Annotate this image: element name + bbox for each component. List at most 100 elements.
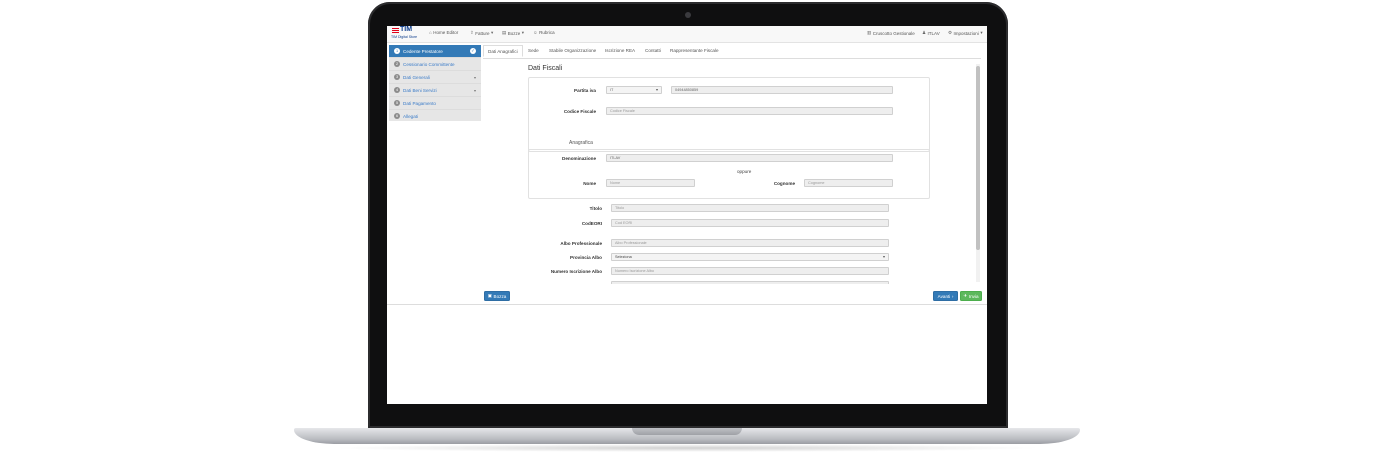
- upload-icon: ⇪: [470, 30, 474, 35]
- nav-user-label: ITLAV: [927, 30, 940, 36]
- invia-button-label: Invia: [968, 293, 979, 299]
- titolo-input[interactable]: Titolo: [611, 204, 889, 212]
- sidebar-step-cessionario[interactable]: 2 Cessionario Committente: [389, 58, 481, 71]
- country-select[interactable]: IT ▾: [606, 86, 662, 94]
- oppure-text: oppure: [737, 169, 752, 174]
- avanti-button[interactable]: Avanti ›: [933, 291, 958, 301]
- check-circle-icon: ✓: [470, 48, 476, 54]
- country-select-value: IT: [610, 88, 614, 92]
- footer-divider: [387, 304, 987, 305]
- top-navbar: TIM TIM Digital Store ⌂ Home Editor ⇪ Fa…: [387, 26, 987, 43]
- step-label: Dati Beni Servizi: [403, 87, 437, 93]
- partita-iva-input[interactable]: 04944850859: [671, 86, 893, 94]
- save-icon: ▣: [487, 293, 493, 298]
- nav-user[interactable]: ♟ ITLAV: [922, 30, 940, 36]
- step-number: 2: [394, 61, 400, 67]
- bozza-button[interactable]: ▣ Bozza: [484, 291, 510, 301]
- form-panel: Dati Fiscali Partita iva IT ▾ 0494485085…: [483, 59, 981, 284]
- step-label: Dati Pagamento: [403, 100, 436, 106]
- chevron-down-icon: ▾: [473, 87, 476, 93]
- sidebar-step-cedente[interactable]: 1 Cedente Prestatore ✓: [389, 45, 481, 58]
- caret-down-icon: ▾: [491, 30, 494, 35]
- step-label: Allegati: [403, 113, 419, 119]
- nome-input[interactable]: Nome: [606, 179, 695, 187]
- denominazione-label: Denominazione: [562, 156, 596, 161]
- step-label: Dati Generali: [403, 74, 430, 80]
- caret-down-icon: ▾: [655, 87, 658, 92]
- caret-down-icon: ▾: [521, 30, 525, 35]
- nav-bozze[interactable]: ▤ Bozze ▾: [502, 30, 524, 36]
- codice-fiscale-label: Codice Fiscale: [563, 109, 596, 114]
- step-number: 5: [394, 100, 400, 106]
- albo-input[interactable]: Albo Professionale: [611, 239, 889, 247]
- caret-down-icon: ▾: [980, 30, 983, 35]
- nav-home-editor-label: Home Editor: [433, 30, 459, 35]
- step-number: 4: [394, 87, 400, 93]
- step-number: 1: [394, 48, 400, 54]
- cognome-label: Cognome: [773, 181, 795, 186]
- provincia-label: Provincia Albo: [570, 255, 602, 260]
- tab-rappresentante-fiscale[interactable]: Rappresentante Fiscale: [670, 48, 719, 53]
- laptop-notch: [632, 428, 742, 435]
- cognome-input[interactable]: Cognome: [804, 179, 893, 187]
- nav-cruscotto[interactable]: ▥ Cruscotto Gestionale: [867, 30, 915, 36]
- nav-rubrica[interactable]: ☺ Rubrica: [533, 30, 555, 35]
- next-field-partial[interactable]: [611, 281, 889, 284]
- tab-sede[interactable]: Sede: [528, 48, 539, 53]
- wizard-sidebar: 1 Cedente Prestatore ✓ 2 Cessionario Com…: [389, 45, 481, 121]
- nav-bozze-label: Bozze: [507, 30, 521, 36]
- tab-stabile-organizzazione[interactable]: Stabile Organizzazione: [549, 48, 596, 53]
- send-icon: ✈: [963, 293, 968, 298]
- step-number: 3: [394, 74, 400, 80]
- camera-icon: [685, 12, 691, 18]
- app-screen: TIM TIM Digital Store ⌂ Home Editor ⇪ Fa…: [387, 26, 987, 404]
- section-title-dati-fiscali: Dati Fiscali: [528, 65, 563, 72]
- sidebar-step-dati-pagamento[interactable]: 5 Dati Pagamento: [389, 97, 481, 110]
- dashboard-icon: ▥: [867, 30, 872, 35]
- provincia-select[interactable]: Seleziona ▾: [611, 253, 889, 261]
- tab-contatti[interactable]: Contatti: [645, 48, 661, 53]
- titolo-label: Titolo: [589, 206, 602, 211]
- sidebar-step-dati-beni-servizi[interactable]: 4 Dati Beni Servizi ▾: [389, 84, 481, 97]
- codeori-input[interactable]: Cod EORI: [611, 219, 889, 227]
- tim-logo-icon: [392, 28, 399, 34]
- numero-iscrizione-label: Numero Iscrizione Albo: [550, 269, 602, 274]
- chevron-right-icon: ›: [951, 293, 954, 299]
- codice-fiscale-input[interactable]: Codice Fiscale: [606, 107, 893, 115]
- nav-cruscotto-label: Cruscotto Gestionale: [872, 30, 915, 36]
- sidebar-step-dati-generali[interactable]: 3 Dati Generali ▾: [389, 71, 481, 84]
- caret-down-icon: ▾: [882, 254, 885, 259]
- home-icon: ⌂: [429, 30, 432, 35]
- panel-scrollbar-thumb[interactable]: [976, 66, 980, 250]
- nav-rubrica-label: Rubrica: [539, 30, 555, 35]
- nav-fatture-label: Fatture: [475, 30, 490, 36]
- logo-subtitle: TIM Digital Store: [391, 35, 418, 39]
- user-icon: ♟: [922, 30, 927, 35]
- tab-bar: Dati Anagrafici Sede Stabile Organizzazi…: [483, 45, 981, 59]
- laptop-shadow: [330, 444, 1044, 452]
- denominazione-input[interactable]: ITLAV: [606, 154, 893, 162]
- numero-iscrizione-input[interactable]: Numero Iscrizione Albo: [611, 267, 889, 275]
- step-number: 6: [394, 113, 400, 119]
- codeori-label: CodEORI: [581, 221, 602, 226]
- nav-fatture[interactable]: ⇪ Fatture ▾: [470, 30, 493, 36]
- logo-text: TIM: [400, 26, 413, 33]
- bozza-button-label: Bozza: [493, 293, 507, 299]
- anagrafica-title: Anagrafica: [569, 140, 593, 146]
- drafts-icon: ▤: [502, 30, 507, 35]
- gear-icon: ⚙: [948, 30, 953, 35]
- partita-iva-label: Partita iva: [574, 88, 596, 93]
- nav-impostazioni-label: Impostazioni: [953, 30, 979, 36]
- nav-impostazioni[interactable]: ⚙ Impostazioni ▾: [948, 30, 983, 36]
- nav-home-editor[interactable]: ⌂ Home Editor: [429, 30, 458, 35]
- chevron-down-icon: ▾: [473, 74, 476, 80]
- nome-label: Nome: [583, 181, 596, 186]
- invia-button[interactable]: ✈ Invia: [960, 291, 982, 301]
- tim-logo[interactable]: TIM TIM Digital Store: [391, 26, 423, 41]
- tab-iscrizione-rea[interactable]: Iscrizione REA: [605, 48, 635, 53]
- provincia-select-value: Seleziona: [615, 255, 632, 259]
- tab-dati-anagrafici[interactable]: Dati Anagrafici: [483, 45, 523, 57]
- users-icon: ☺: [533, 30, 538, 35]
- sidebar-step-allegati[interactable]: 6 Allegati: [389, 110, 481, 122]
- step-label: Cessionario Committente: [403, 61, 455, 67]
